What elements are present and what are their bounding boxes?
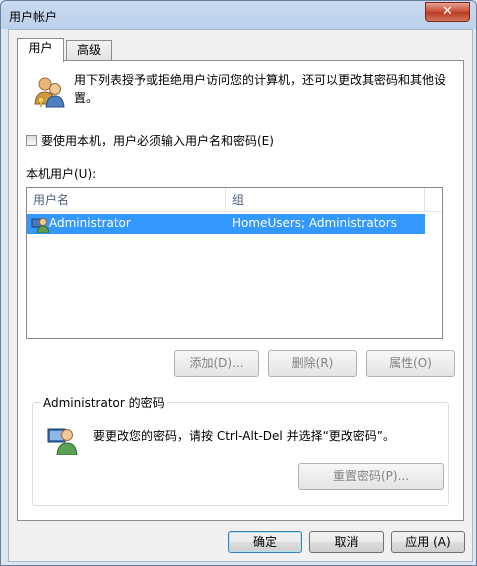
require-login-checkbox[interactable] [26, 135, 37, 146]
users-description: 用下列表授予或拒绝用户访问您的计算机，还可以更改其密码和其他设置。 [74, 73, 447, 105]
column-header-username[interactable]: 用户名 [27, 188, 226, 212]
row-group: HomeUsers; Administrators [232, 216, 397, 230]
users-icon [34, 77, 65, 108]
dialog-client-area: 用户 高级 用下列表授予或拒绝用户访问您的计算机，还可以更改其密码和其他设置。 … [8, 29, 473, 562]
table-row[interactable]: Administrator HomeUsers; Administrators [27, 214, 425, 234]
password-group-title: Administrator 的密码 [41, 394, 167, 411]
column-header-filler [425, 188, 442, 212]
local-users-label: 本机用户(U): [26, 167, 97, 181]
users-tab-panel: 用下列表授予或拒绝用户访问您的计算机，还可以更改其密码和其他设置。 要使用本机，… [17, 60, 464, 521]
remove-button[interactable]: 删除(R) [268, 350, 357, 377]
title-bar[interactable]: 用户帐户 ✕ [1, 1, 476, 29]
user-icon [31, 218, 49, 233]
close-button[interactable]: ✕ [425, 2, 470, 22]
column-header-group[interactable]: 组 [226, 188, 425, 212]
local-users-list[interactable]: 用户名 组 Administrator HomeUsers; Administr… [26, 187, 443, 339]
cancel-button[interactable]: 取消 [309, 531, 384, 553]
properties-button[interactable]: 属性(O) [366, 350, 455, 377]
user-password-icon [47, 428, 78, 455]
password-group: Administrator 的密码 要更改您的密码，请按 Ctrl-Alt-De… [32, 394, 449, 506]
tab-users[interactable]: 用户 [17, 38, 64, 62]
password-message: 要更改您的密码，请按 Ctrl-Alt-Del 并选择“更改密码”。 [93, 429, 396, 443]
ok-button[interactable]: 确定 [228, 531, 302, 553]
require-login-label[interactable]: 要使用本机，用户必须输入用户名和密码(E) [41, 132, 274, 149]
add-button[interactable]: 添加(D)... [174, 350, 259, 377]
row-username: Administrator [49, 216, 131, 230]
reset-password-button[interactable]: 重置密码(P)... [298, 463, 444, 490]
tab-advanced[interactable]: 高级 [66, 40, 112, 60]
window-title: 用户帐户 [9, 10, 58, 24]
user-accounts-window: 用户帐户 ✕ 用户 高级 用下列表授予或拒绝用户访问您的计算机，还可以更改其密码… [0, 0, 477, 566]
apply-button[interactable]: 应用 (A) [391, 531, 465, 553]
